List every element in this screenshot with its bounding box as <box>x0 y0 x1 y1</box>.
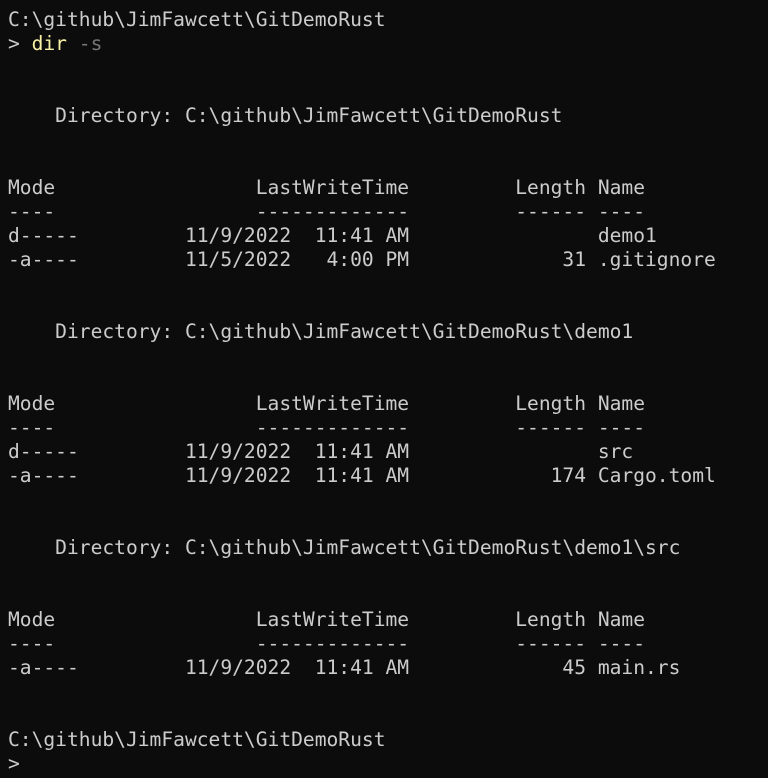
listing-row: -a---- 11/9/2022 11:41 AM 174 Cargo.toml <box>8 464 716 487</box>
directory-heading: Directory: C:\github\JimFawcett\GitDemoR… <box>8 104 563 127</box>
directory-heading: Directory: C:\github\JimFawcett\GitDemoR… <box>8 536 681 559</box>
listing-header-underline: ---- ------------- ------ ---- <box>8 416 646 439</box>
prompt-symbol: > <box>8 32 32 55</box>
final-prompt-input[interactable]: > <box>8 752 20 776</box>
listing-row: d----- 11/9/2022 11:41 AM src <box>8 440 634 463</box>
final-prompt-path: C:\github\JimFawcett\GitDemoRust <box>8 728 386 751</box>
prompt-path-line: C:\github\JimFawcett\GitDemoRust <box>8 8 386 31</box>
command-args: -s <box>78 32 103 55</box>
directory-heading: Directory: C:\github\JimFawcett\GitDemoR… <box>8 320 634 343</box>
listing-row: -a---- 11/9/2022 11:41 AM 45 main.rs <box>8 656 681 679</box>
command-line: > dir -s <box>8 32 102 56</box>
listing-header: Mode LastWriteTime Length Name <box>8 392 646 415</box>
terminal-window[interactable]: C:\github\JimFawcett\GitDemoRust > dir -… <box>0 0 768 778</box>
listing-header-underline: ---- ------------- ------ ---- <box>8 632 646 655</box>
listing-header-underline: ---- ------------- ------ ---- <box>8 200 646 223</box>
listing-row: -a---- 11/5/2022 4:00 PM 31 .gitignore <box>8 248 716 271</box>
listing-row: d----- 11/9/2022 11:41 AM demo1 <box>8 224 657 247</box>
listing-header: Mode LastWriteTime Length Name <box>8 176 646 199</box>
command-name: dir <box>31 32 67 55</box>
listing-header: Mode LastWriteTime Length Name <box>8 608 646 631</box>
